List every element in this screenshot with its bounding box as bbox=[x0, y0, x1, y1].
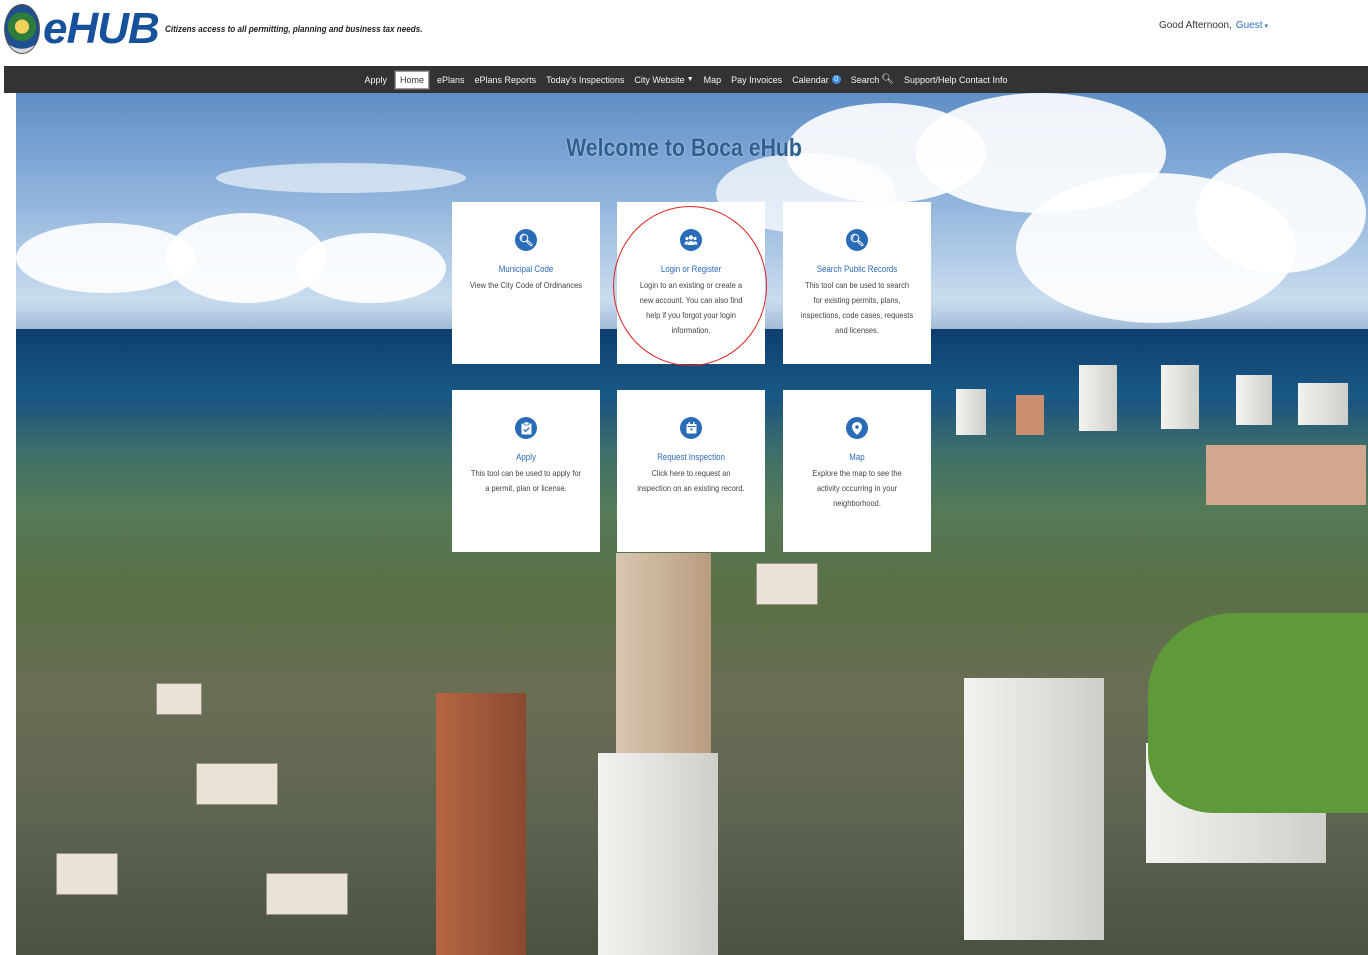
card-title: Apply bbox=[516, 452, 536, 462]
chevron-down-icon: ▾ bbox=[1264, 23, 1268, 30]
card-search-public-records[interactable]: 🔍︎ Search Public Records This tool can b… bbox=[783, 202, 931, 364]
city-seal-icon bbox=[4, 4, 40, 54]
highlight-circle-annotation bbox=[613, 206, 767, 366]
search-icon: 🔍︎ bbox=[846, 229, 868, 251]
card-title: Request Inspection bbox=[657, 452, 725, 462]
logo-text: eHUB bbox=[43, 4, 160, 53]
card-map[interactable]: Map Explore the map to see the activity … bbox=[783, 390, 931, 552]
nav-home[interactable]: Home bbox=[394, 70, 429, 89]
search-icon: 🔍︎ bbox=[881, 74, 894, 85]
page-title: Welcome to Boca eHub bbox=[566, 134, 802, 162]
card-description: Click here to request an inspection on a… bbox=[637, 468, 745, 493]
main-nav: Apply Home ePlans ePlans Reports Today's… bbox=[4, 66, 1368, 93]
nav-support[interactable]: Support/Help Contact Info bbox=[904, 75, 1008, 85]
calendar-icon bbox=[680, 417, 702, 439]
user-greeting: Good Afternoon, Guest ▾ bbox=[1159, 20, 1268, 31]
nav-apply[interactable]: Apply bbox=[364, 75, 387, 85]
user-menu-toggle[interactable]: Guest ▾ bbox=[1236, 20, 1268, 31]
calendar-count-badge: 0 bbox=[831, 75, 841, 84]
nav-eplans[interactable]: ePlans bbox=[437, 75, 465, 85]
nav-todays-inspections[interactable]: Today's Inspections bbox=[546, 75, 624, 85]
search-icon: 🔍︎ bbox=[515, 229, 537, 251]
nav-city-website-label: City Website bbox=[634, 74, 685, 85]
clipboard-check-icon bbox=[515, 417, 537, 439]
card-description: This tool can be used to search for exis… bbox=[800, 280, 914, 335]
card-request-inspection[interactable]: Request Inspection Click here to request… bbox=[617, 390, 765, 552]
page-header: eHUB Citizens access to all permitting, … bbox=[0, 0, 1368, 66]
map-pin-icon bbox=[846, 417, 868, 439]
nav-calendar[interactable]: Calendar 0 bbox=[792, 75, 841, 85]
user-name: Guest bbox=[1235, 20, 1263, 31]
chevron-down-icon: ▼ bbox=[686, 76, 694, 83]
card-title: Municipal Code bbox=[498, 264, 554, 274]
site-logo[interactable]: eHUB bbox=[4, 4, 160, 54]
nav-calendar-label: Calendar bbox=[792, 74, 829, 85]
card-apply[interactable]: Apply This tool can be used to apply for… bbox=[452, 390, 600, 552]
nav-search[interactable]: Search 🔍︎ bbox=[851, 74, 894, 85]
nav-eplans-reports[interactable]: ePlans Reports bbox=[475, 75, 537, 85]
card-description: View the City Code of Ordinances bbox=[469, 280, 583, 290]
nav-city-website[interactable]: City Website ▼ bbox=[634, 75, 693, 85]
card-description: Explore the map to see the activity occu… bbox=[812, 468, 902, 508]
nav-map[interactable]: Map bbox=[704, 75, 722, 85]
nav-pay-invoices[interactable]: Pay Invoices bbox=[731, 75, 782, 85]
card-municipal-code[interactable]: 🔍︎ Municipal Code View the City Code of … bbox=[452, 202, 600, 364]
greeting-text: Good Afternoon, bbox=[1158, 20, 1232, 31]
card-title: Search Public Records bbox=[816, 264, 898, 274]
card-title: Map bbox=[849, 452, 865, 462]
card-description: This tool can be used to apply for a per… bbox=[470, 468, 582, 493]
site-tagline: Citizens access to all permitting, plann… bbox=[165, 24, 423, 34]
nav-search-label: Search bbox=[850, 74, 880, 85]
